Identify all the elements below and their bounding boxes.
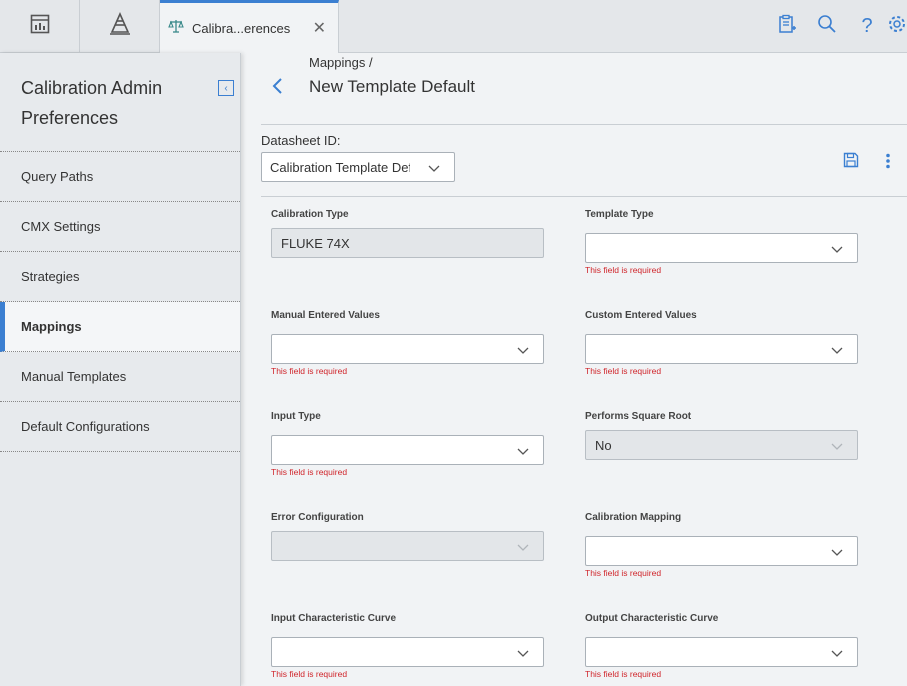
- calibration-mapping-select[interactable]: [585, 536, 858, 566]
- toolbar-icons: ?: [767, 0, 907, 52]
- input-type-select[interactable]: [271, 435, 544, 465]
- input-characteristic-curve-select[interactable]: [271, 637, 544, 667]
- sidebar-item-cmx-settings[interactable]: CMX Settings: [0, 202, 240, 252]
- clipboard-button[interactable]: [767, 0, 807, 52]
- chevron-left-icon: ‹: [224, 82, 228, 94]
- sidebar-title: Calibration Admin Preferences: [21, 78, 163, 128]
- chevron-down-icon: [831, 439, 843, 454]
- sidebar-item-manual-templates[interactable]: Manual Templates: [0, 352, 240, 402]
- scale-icon: [168, 18, 184, 39]
- collapse-sidebar-button[interactable]: ‹: [218, 80, 234, 96]
- sidebar: Calibration Admin Preferences ‹ Query Pa…: [0, 53, 241, 686]
- performs-square-root-value: No: [595, 437, 612, 453]
- more-options-button[interactable]: [885, 153, 891, 174]
- top-bar: Calibra...erences ✕ ?: [0, 0, 907, 53]
- input-type-label: Input Type: [271, 411, 321, 422]
- calibration-type-value: FLUKE 74X: [281, 235, 350, 251]
- chevron-down-icon: [831, 646, 843, 661]
- page-title: New Template Default: [309, 77, 475, 96]
- settings-button[interactable]: [887, 0, 907, 52]
- hierarchy-icon: [108, 11, 132, 41]
- chevron-down-icon: [517, 646, 529, 661]
- chevron-down-icon: [831, 343, 843, 358]
- calibration-mapping-label: Calibration Mapping: [585, 512, 682, 523]
- chevron-down-icon: [831, 242, 843, 257]
- error-configuration-select: [271, 531, 544, 561]
- save-icon: [843, 152, 859, 172]
- datasheet-value: Calibration Template Default: [270, 159, 410, 175]
- error-configuration-label: Error Configuration: [271, 512, 364, 523]
- template-type-error: This field is required: [585, 265, 662, 275]
- calibration-type-label: Calibration Type: [271, 209, 349, 220]
- calibration-mapping-error: This field is required: [585, 568, 662, 578]
- chevron-down-icon: [428, 161, 440, 176]
- sidebar-item-strategies[interactable]: Strategies: [0, 252, 240, 302]
- search-button[interactable]: [807, 0, 847, 52]
- sidebar-item-default-configurations[interactable]: Default Configurations: [0, 402, 240, 452]
- calibration-type-field: FLUKE 74X: [271, 228, 544, 258]
- chevron-left-icon: [271, 78, 283, 100]
- input-characteristic-curve-error: This field is required: [271, 669, 348, 679]
- input-type-error: This field is required: [271, 467, 348, 477]
- clipboard-icon: [777, 14, 797, 39]
- custom-entered-values-label: Custom Entered Values: [585, 310, 697, 321]
- help-button[interactable]: ?: [847, 0, 887, 52]
- manual-entered-values-label: Manual Entered Values: [271, 310, 380, 321]
- settings-icon: [887, 14, 907, 39]
- tab-label: Calibra...erences: [192, 20, 291, 36]
- save-button[interactable]: [843, 152, 859, 173]
- performs-square-root-label: Performs Square Root: [585, 411, 692, 422]
- datasheet-label: Datasheet ID:: [261, 133, 341, 148]
- chevron-down-icon: [831, 545, 843, 560]
- hierarchy-button[interactable]: [80, 0, 160, 52]
- divider: [261, 124, 907, 125]
- performs-square-root-select: No: [585, 430, 858, 460]
- template-type-select[interactable]: [585, 233, 858, 263]
- help-icon: ?: [861, 14, 873, 37]
- output-characteristic-curve-label: Output Characteristic Curve: [585, 613, 719, 624]
- output-characteristic-curve-error: This field is required: [585, 669, 662, 679]
- breadcrumb[interactable]: Mappings /: [309, 55, 373, 70]
- output-characteristic-curve-select[interactable]: [585, 637, 858, 667]
- search-icon: [817, 14, 837, 39]
- datasheet-select[interactable]: Calibration Template Default: [261, 152, 455, 182]
- custom-entered-values-error: This field is required: [585, 366, 662, 376]
- dashboard-button[interactable]: [0, 0, 80, 52]
- custom-entered-values-select[interactable]: [585, 334, 858, 364]
- sidebar-nav: Query Paths CMX Settings Strategies Mapp…: [0, 151, 240, 452]
- input-characteristic-curve-label: Input Characteristic Curve: [271, 613, 397, 624]
- chevron-down-icon: [517, 343, 529, 358]
- sidebar-item-mappings[interactable]: Mappings: [0, 302, 240, 352]
- more-vertical-icon: [885, 153, 891, 173]
- manual-entered-values-select[interactable]: [271, 334, 544, 364]
- manual-entered-values-error: This field is required: [271, 366, 348, 376]
- chevron-down-icon: [517, 540, 529, 555]
- chevron-down-icon: [517, 444, 529, 459]
- main-content: Mappings / New Template Default Datashee…: [242, 53, 907, 686]
- back-button[interactable]: [271, 77, 283, 101]
- close-icon[interactable]: ✕: [313, 18, 326, 38]
- tab-calibration-preferences[interactable]: Calibra...erences ✕: [160, 0, 339, 53]
- dashboard-icon: [30, 14, 50, 39]
- sidebar-item-query-paths[interactable]: Query Paths: [0, 152, 240, 202]
- divider: [261, 196, 907, 197]
- template-type-label: Template Type: [585, 209, 654, 220]
